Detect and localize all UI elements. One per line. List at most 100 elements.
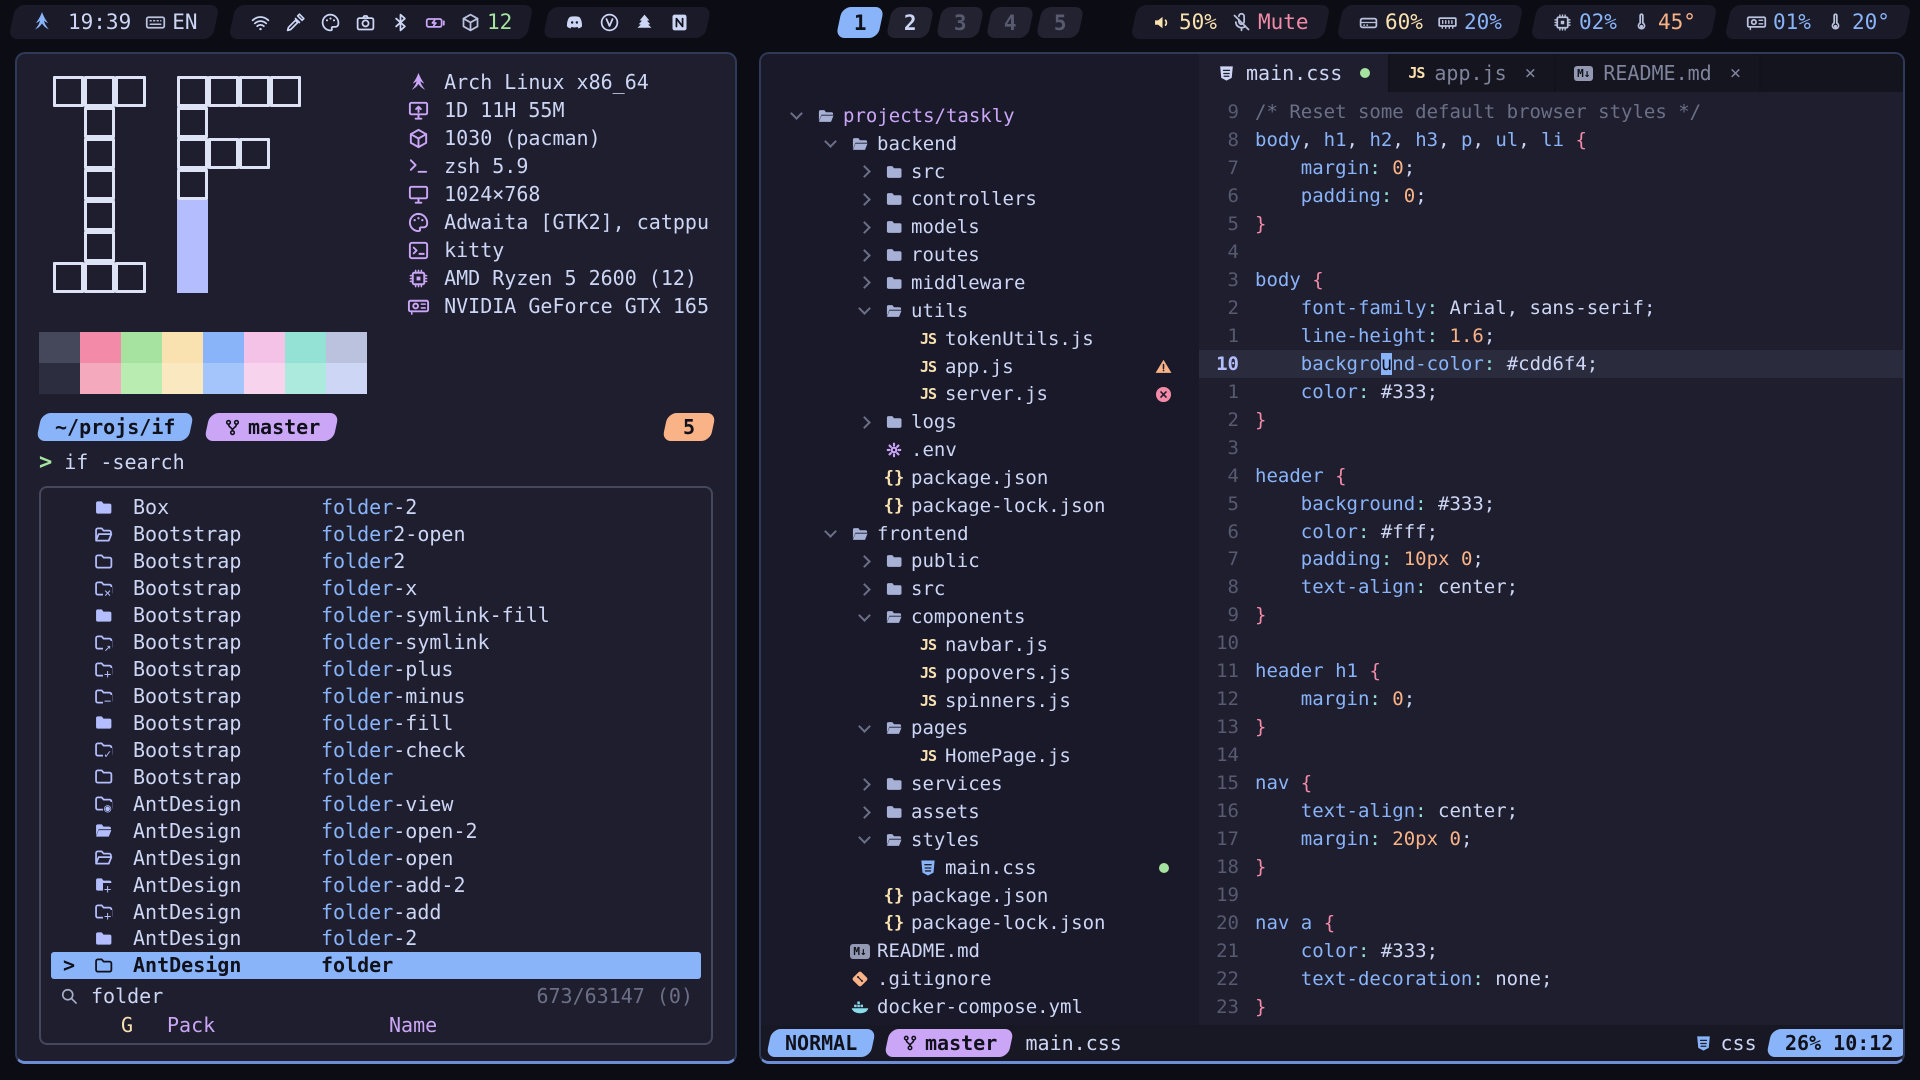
code-line[interactable]: 5} [1199,210,1903,238]
code-line[interactable]: 11 header h1 { [1199,657,1903,685]
finder-row-folder-symlink[interactable]: ↗ Bootstrap folder-symlink [51,629,701,656]
code-line[interactable]: 22 text-decoration: none; [1199,965,1903,993]
tree-item-projects/taskly[interactable]: projects/taskly [761,102,1199,130]
code-line[interactable]: 9 /* Reset some default browser styles */ [1199,98,1903,126]
finder-row-folder-open[interactable]: AntDesign folder-open [51,844,701,871]
tree-item-app.js[interactable]: JS app.js [761,353,1199,381]
tree-item-HomePage.js[interactable]: JS HomePage.js [761,742,1199,770]
finder-row-folder-x[interactable]: × Bootstrap folder-x [51,575,701,602]
tree-item-backend[interactable]: backend [761,130,1199,158]
tree-item-package.json[interactable]: {} package.json [761,882,1199,910]
keyboard-layout[interactable]: EN [145,10,198,34]
tree-item-src[interactable]: src [761,158,1199,186]
finder-row-folder2-open[interactable]: Bootstrap folder2-open [51,521,701,548]
finder-row-folder[interactable]: > AntDesign folder [51,951,701,979]
finder-row-folder-add[interactable]: + AntDesign folder-add [51,898,701,925]
finder-query-row[interactable]: folder 673/63147 (0) [51,981,701,1011]
tree-item-docker-compose.yml[interactable]: docker-compose.yml [761,993,1199,1021]
command-line[interactable]: > if -search [39,446,713,478]
tree-item-public[interactable]: public [761,548,1199,576]
code-line[interactable]: 6 color: #fff; [1199,518,1903,546]
buffer-tab-main.css[interactable]: main.css [1199,54,1391,92]
bluetooth-icon[interactable] [390,12,411,33]
tree-item-README.md[interactable]: M↓ README.md [761,937,1199,965]
code-line[interactable]: 3 body { [1199,266,1903,294]
code-line[interactable]: 20 nav a { [1199,909,1903,937]
workspace-4[interactable]: 4 [985,7,1035,38]
tree-item-.env[interactable]: .env [761,436,1199,464]
memory-widget[interactable]: 20% [1437,10,1502,34]
tree-item-navbar.js[interactable]: JS navbar.js [761,631,1199,659]
tree-item-components[interactable]: components [761,603,1199,631]
code-line[interactable]: 18} [1199,853,1903,881]
tree-item-server.js[interactable]: JS server.js [761,380,1199,408]
close-buffer-icon[interactable]: × [1730,62,1741,84]
cpu-temp-widget[interactable]: 45° [1631,10,1696,34]
finder-row-folder2[interactable]: Bootstrap folder2 [51,548,701,575]
disk-widget[interactable]: 60% [1358,10,1423,34]
finder-row-folder-symlink-fill[interactable]: Bootstrap folder-symlink-fill [51,602,701,629]
code-line[interactable]: 15 nav { [1199,769,1903,797]
buffer-tab-README.md[interactable]: M↓ README.md × [1556,54,1762,92]
tree-item-assets[interactable]: assets [761,798,1199,826]
finder-row-folder-fill[interactable]: Bootstrap folder-fill [51,710,701,737]
code-line[interactable]: 17 margin: 20px 0; [1199,825,1903,853]
tree-item-logs[interactable]: logs [761,408,1199,436]
code-line[interactable]: 13} [1199,713,1903,741]
clock[interactable]: 19:39 [68,10,131,34]
tree-item-utils[interactable]: utils [761,297,1199,325]
tree-item-main.css[interactable]: main.css [761,854,1199,882]
code-line[interactable]: 23} [1199,993,1903,1021]
tree-item-.gitignore[interactable]: .gitignore [761,965,1199,993]
tree-item-tokenUtils.js[interactable]: JS tokenUtils.js [761,325,1199,353]
screenshot-icon[interactable] [355,12,376,33]
finder-row-folder-minus[interactable]: − Bootstrap folder-minus [51,683,701,710]
finder-row-folder-check[interactable]: ✓ Bootstrap folder-check [51,736,701,763]
code-line[interactable]: 4 [1199,238,1903,266]
workspace-2[interactable]: 2 [885,7,935,38]
tree-item-middleware[interactable]: middleware [761,269,1199,297]
finder-row-folder[interactable]: Bootstrap folder [51,763,701,790]
code-line[interactable]: 21 color: #333; [1199,937,1903,965]
code-line[interactable]: 7 padding: 10px 0; [1199,546,1903,574]
tree-item-frontend[interactable]: frontend [761,520,1199,548]
workspace-1[interactable]: 1 [835,7,885,38]
code-line[interactable]: 8 text-align: center; [1199,573,1903,601]
code-line[interactable]: 2 font-family: Arial, sans-serif; [1199,294,1903,322]
code-line[interactable]: 12 margin: 0; [1199,685,1903,713]
volume-widget[interactable]: 50% [1152,10,1217,34]
code-line[interactable]: 16 text-align: center; [1199,797,1903,825]
buffer-tab-app.js[interactable]: JS app.js × [1390,54,1557,92]
code-line[interactable]: 5 background: #333; [1199,490,1903,518]
gpu-widget[interactable]: 01% [1746,10,1811,34]
tree-item-package.json[interactable]: {} package.json [761,464,1199,492]
finder-row-folder-2[interactable]: Box folder-2 [51,494,701,521]
code-line[interactable]: 6 padding: 0; [1199,182,1903,210]
code-line[interactable]: 1 line-height: 1.6; [1199,322,1903,350]
finder-row-folder-view[interactable]: ◉ AntDesign folder-view [51,790,701,817]
finder-row-folder-open-2[interactable]: AntDesign folder-open-2 [51,817,701,844]
code-line[interactable]: 10 [1199,629,1903,657]
tree-item-styles[interactable]: styles [761,826,1199,854]
tree-item-spinners.js[interactable]: JS spinners.js [761,687,1199,715]
tree-item-popovers.js[interactable]: JS popovers.js [761,659,1199,687]
code-line[interactable]: 10 background-color: #cdd6f4; [1199,349,1903,378]
code-line[interactable]: 4 header { [1199,462,1903,490]
vivaldi-icon[interactable] [599,12,620,33]
tree-item-package-lock.json[interactable]: {} package-lock.json [761,909,1199,937]
discord-icon[interactable] [564,12,585,33]
code-line[interactable]: 7 margin: 0; [1199,154,1903,182]
palette-icon[interactable] [320,12,341,33]
mic-widget[interactable]: Mute [1231,10,1308,34]
battery-charging-icon[interactable] [425,12,446,33]
notion-icon[interactable] [669,12,690,33]
close-buffer-icon[interactable]: × [1525,62,1536,84]
color-picker-icon[interactable] [285,12,306,33]
code-line[interactable]: 8 body, h1, h2, h3, p, ul, li { [1199,126,1903,154]
tree-item-package-lock.json[interactable]: {} package-lock.json [761,492,1199,520]
tree-item-controllers[interactable]: controllers [761,186,1199,214]
finder-row-folder-plus[interactable]: + Bootstrap folder-plus [51,656,701,683]
code-editor[interactable]: 9 /* Reset some default browser styles */… [1199,92,1903,1025]
tree-item-models[interactable]: models [761,213,1199,241]
code-line[interactable]: 2} [1199,406,1903,434]
